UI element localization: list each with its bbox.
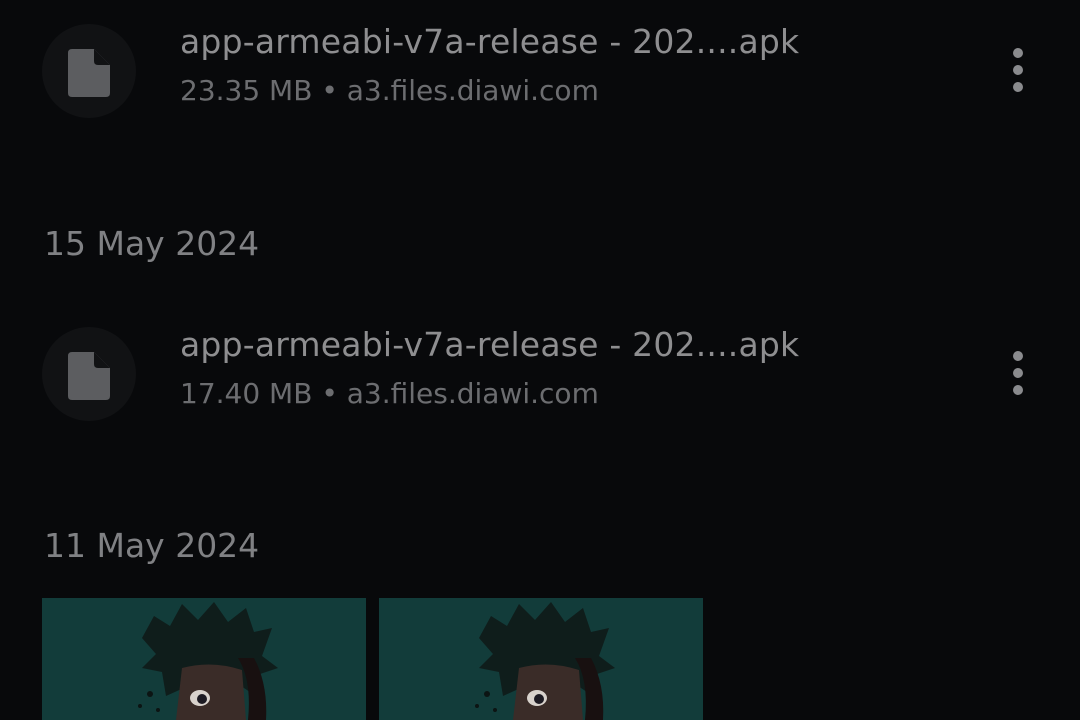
more-vertical-icon [1013,48,1023,92]
more-vertical-icon [1013,351,1023,395]
more-options-button[interactable] [996,42,1040,98]
image-thumbnail-1[interactable] [42,598,366,720]
file-name: app-armeabi-v7a-release - 202....apk [180,325,800,364]
document-icon [68,49,110,97]
file-item-2[interactable]: app-armeabi-v7a-release - 202....apk 17.… [0,323,1080,443]
document-icon [68,352,110,400]
file-icon-container [42,24,136,118]
file-meta: 17.40 MB • a3.files.diawi.com [180,377,599,410]
file-name: app-armeabi-v7a-release - 202....apk [180,22,800,61]
date-header: 11 May 2024 [44,526,260,565]
downloads-screen: app-armeabi-v7a-release - 202....apk 23.… [0,0,1080,720]
file-item-1[interactable]: app-armeabi-v7a-release - 202....apk 23.… [0,20,1080,140]
image-thumbnail-2[interactable] [379,598,703,720]
date-header: 15 May 2024 [44,224,260,263]
anime-character-thumbnail [42,598,366,720]
anime-character-thumbnail [379,598,703,720]
more-options-button[interactable] [996,345,1040,401]
file-meta: 23.35 MB • a3.files.diawi.com [180,74,599,107]
file-icon-container [42,327,136,421]
